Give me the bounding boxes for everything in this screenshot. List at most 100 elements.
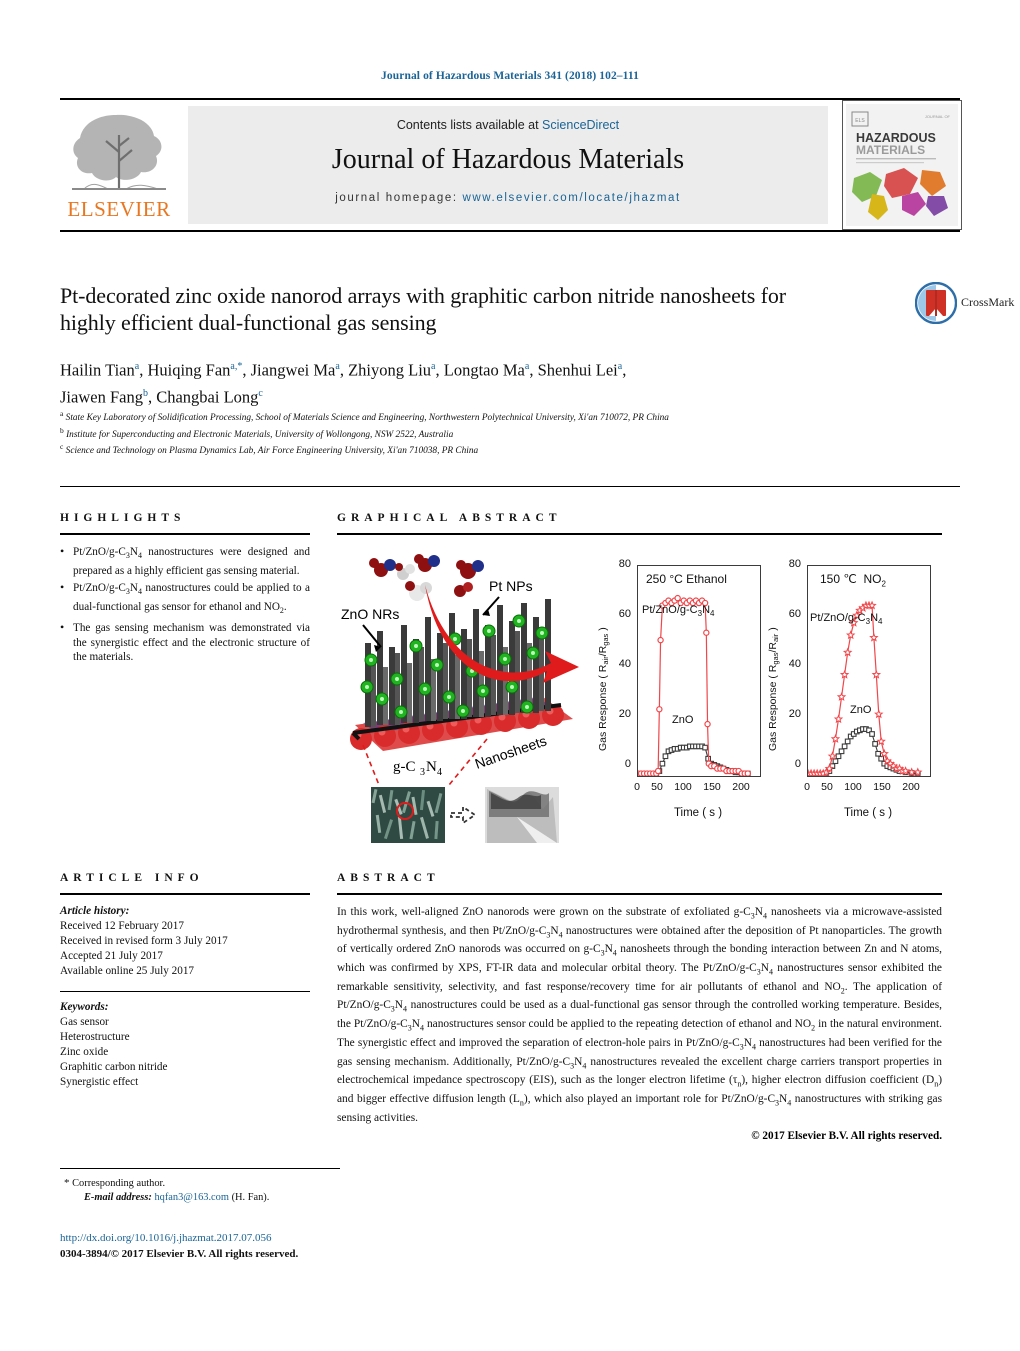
nanostructure-schematic-icon: ZnO NRs Pt NPs Nanosheets g-C 3 N 4 bbox=[341, 554, 579, 843]
title-block: Pt-decorated zinc oxide nanorod arrays w… bbox=[60, 282, 1014, 336]
elsevier-logo: ELSEVIER bbox=[60, 105, 178, 225]
chart1-ytick-60: 60 bbox=[618, 608, 631, 620]
label-zno-nrs: ZnO NRs bbox=[341, 606, 399, 622]
chart2-svg bbox=[803, 600, 923, 778]
author-line-1: Hailin Tiana, Huiqing Fana,*, Jiangwei M… bbox=[60, 360, 627, 380]
crossmark-label: CrossMark bbox=[961, 295, 1015, 309]
article-info-section: ARTICLE INFO Article history: Received 1… bbox=[60, 872, 310, 1090]
history-item: Accepted 21 July 2017 bbox=[60, 950, 163, 962]
affiliation-b: b Institute for Superconducting and Elec… bbox=[60, 425, 454, 440]
highlights-heading: HIGHLIGHTS bbox=[60, 512, 186, 524]
chart1-series2-label: ZnO bbox=[672, 714, 694, 726]
crossmark-badge[interactable]: CrossMark bbox=[860, 282, 1014, 332]
chart1-series1-label: Pt/ZnO/g-C3N4 bbox=[642, 604, 715, 619]
header-divider bbox=[60, 486, 960, 487]
article-history-block: Article history: Received 12 February 20… bbox=[60, 904, 310, 979]
chart2-series1-label: Pt/ZnO/g-C3N4 bbox=[810, 612, 883, 627]
label-pt-nps: Pt NPs bbox=[489, 578, 533, 594]
highlights-list: Pt/ZnO/g-C3N4 nanostructures were design… bbox=[60, 544, 310, 665]
history-item: Received 12 February 2017 bbox=[60, 920, 184, 932]
chart1-ytick-80: 80 bbox=[618, 558, 631, 570]
cover-artwork-icon: ELS JOURNAL OF HAZARDOUS MATERIALS bbox=[846, 104, 958, 226]
abstract-section: ABSTRACT In this work, well-aligned ZnO … bbox=[337, 872, 942, 1142]
chart1-xtick-150: 150 bbox=[703, 781, 721, 793]
keywords-block: Keywords: Gas sensor Heterostructure Zin… bbox=[60, 1000, 310, 1090]
svg-text:MATERIALS: MATERIALS bbox=[856, 143, 925, 157]
abstract-rule bbox=[337, 893, 942, 895]
list-item: Pt/ZnO/g-C3N4 nanostructures could be ap… bbox=[60, 580, 310, 618]
chart1-xtick-100: 100 bbox=[674, 781, 692, 793]
keywords-label: Keywords: bbox=[60, 1001, 109, 1013]
list-item: The gas sensing mechanism was demonstrat… bbox=[60, 620, 310, 664]
corresponding-author-marker: * bbox=[64, 1177, 70, 1189]
gas-molecules bbox=[369, 554, 484, 601]
email-link[interactable]: hqfan3@163.com bbox=[154, 1192, 229, 1203]
highlights-rule bbox=[60, 533, 310, 535]
list-item: Pt/ZnO/g-C3N4 nanostructures were design… bbox=[60, 544, 310, 578]
graphical-abstract-rule bbox=[337, 533, 942, 535]
keyword-item: Gas sensor bbox=[60, 1016, 109, 1028]
abstract-copyright: © 2017 Elsevier B.V. All rights reserved… bbox=[751, 1129, 942, 1142]
article-history-label: Article history: bbox=[60, 905, 130, 917]
article-first-page: Journal of Hazardous Materials 341 (2018… bbox=[0, 0, 1020, 1351]
page-title: Pt-decorated zinc oxide nanorod arrays w… bbox=[60, 283, 786, 335]
journal-homepage-line: journal homepage: www.elsevier.com/locat… bbox=[188, 192, 828, 204]
chart2-ytick-40: 40 bbox=[788, 658, 801, 670]
journal-title: Journal of Hazardous Materials bbox=[331, 144, 685, 175]
elsevier-wordmark: ELSEVIER bbox=[67, 197, 171, 221]
journal-cover-thumbnail: ELS JOURNAL OF HAZARDOUS MATERIALS bbox=[842, 100, 962, 230]
footer-divider bbox=[60, 1168, 340, 1169]
abstract-text: In this work, well-aligned ZnO nanorods … bbox=[337, 906, 943, 1124]
chart2-xtick-200: 200 bbox=[902, 781, 920, 793]
abstract-heading: ABSTRACT bbox=[337, 872, 440, 884]
chart1-svg bbox=[634, 594, 752, 778]
chart1-ytick-0: 0 bbox=[624, 758, 631, 770]
affiliation-a: a State Key Laboratory of Solidification… bbox=[60, 409, 669, 424]
label-nanosheets: Nanosheets bbox=[473, 732, 549, 771]
issn-copyright-line: 0304-3894/© 2017 Elsevier B.V. All right… bbox=[60, 1248, 299, 1260]
keyword-item: Graphitic carbon nitride bbox=[60, 1061, 168, 1073]
running-head: Journal of Hazardous Materials 341 (2018… bbox=[381, 70, 639, 82]
chart2-ytick-0: 0 bbox=[794, 758, 801, 770]
sem-inset-image bbox=[371, 787, 445, 843]
journal-cover-art: ELS JOURNAL OF HAZARDOUS MATERIALS bbox=[846, 104, 958, 226]
email-suffix: (H. Fan). bbox=[231, 1192, 270, 1203]
svg-text:ELS: ELS bbox=[855, 118, 865, 124]
author-line-2: Jiawen Fangb, Changbai Longc bbox=[60, 387, 263, 406]
homepage-url-link[interactable]: www.elsevier.com/locate/jhazmat bbox=[462, 192, 680, 204]
chart-ethanol: Gas Response ( Rair/Rgas ) 80 60 40 20 0… bbox=[597, 558, 771, 833]
affiliation-list: a State Key Laboratory of Solidification… bbox=[60, 408, 920, 458]
chart2-xtick-50: 50 bbox=[821, 781, 833, 793]
graphical-abstract-heading: GRAPHICAL ABSTRACT bbox=[337, 512, 562, 524]
doi-link[interactable]: http://dx.doi.org/10.1016/j.jhazmat.2017… bbox=[60, 1232, 272, 1244]
journal-masthead: ELSEVIER Contents lists available at Sci… bbox=[60, 98, 962, 232]
author-list: Hailin Tiana, Huiqing Fana,*, Jiangwei M… bbox=[60, 355, 890, 408]
svg-text:JOURNAL OF: JOURNAL OF bbox=[925, 114, 951, 119]
label-g-c3n4: g-C bbox=[393, 759, 416, 775]
history-item: Available online 25 July 2017 bbox=[60, 965, 195, 977]
svg-text:4: 4 bbox=[437, 767, 442, 778]
email-label: E-mail address: bbox=[84, 1192, 152, 1203]
highlights-section: HIGHLIGHTS Pt/ZnO/g-C3N4 nanostructures … bbox=[60, 512, 310, 668]
chart2-xtick-0: 0 bbox=[804, 781, 810, 793]
chart2-series2-label: ZnO bbox=[850, 704, 872, 716]
chart2-xtick-100: 100 bbox=[844, 781, 862, 793]
chart1-title: 250 °C Ethanol bbox=[646, 572, 727, 586]
masthead-center-box: Contents lists available at ScienceDirec… bbox=[188, 106, 828, 224]
history-item: Received in revised form 3 July 2017 bbox=[60, 935, 228, 947]
affiliation-c: c Science and Technology on Plasma Dynam… bbox=[60, 442, 479, 457]
svg-text:N: N bbox=[426, 759, 437, 775]
article-info-heading: ARTICLE INFO bbox=[60, 872, 204, 884]
corresponding-author-text: Corresponding author. bbox=[72, 1178, 166, 1189]
sciencedirect-link[interactable]: ScienceDirect bbox=[542, 118, 619, 132]
crossmark-icon bbox=[915, 282, 957, 324]
chart2-ytick-60: 60 bbox=[788, 608, 801, 620]
elsevier-tree-icon bbox=[72, 114, 166, 190]
keyword-item: Synergistic effect bbox=[60, 1076, 139, 1088]
keyword-item: Zinc oxide bbox=[60, 1046, 109, 1058]
chart2-plot-area: 150 ℃ NO2 Pt/ZnO/g-C3N4 ZnO bbox=[803, 565, 931, 778]
chart1-xtick-50: 50 bbox=[651, 781, 663, 793]
transition-arrow-icon bbox=[450, 805, 477, 825]
chart1-ytick-20: 20 bbox=[618, 708, 631, 720]
chart1-x-axis-label: Time ( s ) bbox=[673, 807, 723, 819]
